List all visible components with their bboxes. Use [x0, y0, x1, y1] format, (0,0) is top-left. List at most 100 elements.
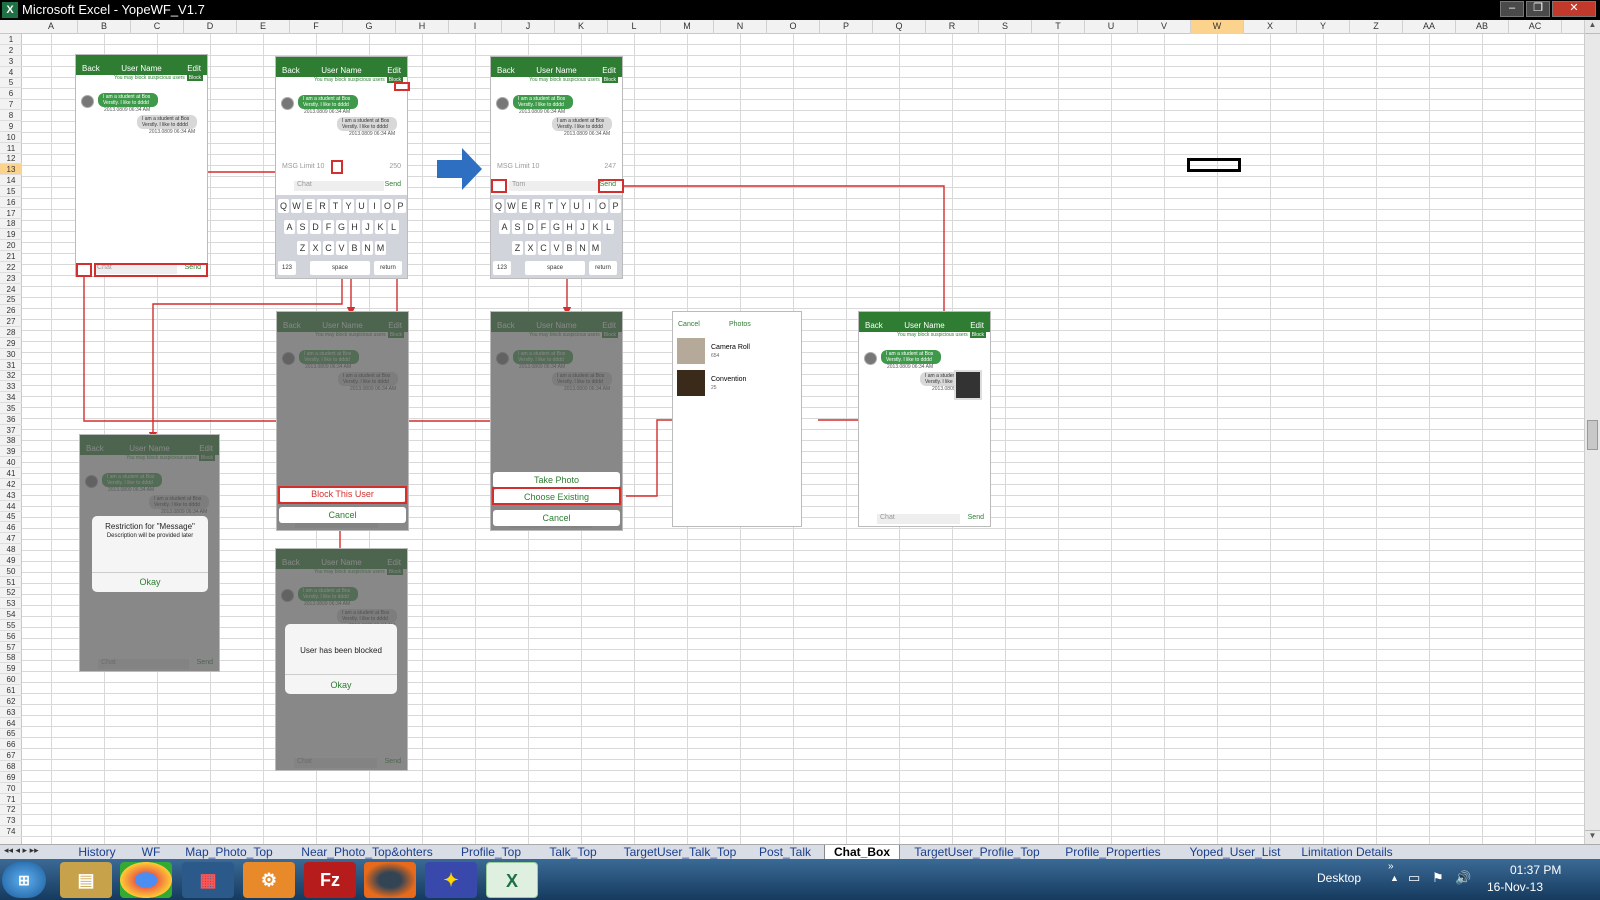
column-header[interactable]: I: [449, 20, 502, 34]
column-header[interactable]: O: [767, 20, 820, 34]
sheet-tab[interactable]: History: [66, 845, 128, 860]
column-header[interactable]: N: [714, 20, 767, 34]
row-header[interactable]: 14: [0, 175, 22, 187]
row-header[interactable]: 9: [0, 121, 22, 132]
okay-button[interactable]: Okay: [92, 572, 208, 587]
row-header[interactable]: 11: [0, 143, 22, 154]
row-header[interactable]: 28: [0, 327, 22, 338]
row-header[interactable]: 34: [0, 392, 22, 404]
sheet-tab[interactable]: Post_Talk: [750, 845, 820, 860]
row-header[interactable]: 51: [0, 577, 22, 588]
row-header[interactable]: 13: [0, 164, 22, 176]
spreadsheet-grid[interactable]: Back User Name Edit You may block suspiciou…: [22, 34, 1584, 844]
network-icon[interactable]: ▭: [1408, 870, 1420, 886]
column-header[interactable]: B: [78, 20, 131, 34]
filezilla-icon[interactable]: Fz: [304, 862, 356, 898]
restore-button[interactable]: ❐: [1526, 1, 1550, 17]
row-header[interactable]: 73: [0, 815, 22, 827]
chevron-right-icon[interactable]: »: [1388, 861, 1394, 872]
column-header[interactable]: H: [396, 20, 449, 34]
row-header[interactable]: 43: [0, 490, 22, 501]
start-button[interactable]: ⊞: [2, 862, 46, 898]
row-header[interactable]: 61: [0, 685, 22, 696]
sheet-tab[interactable]: Map_Photo_Top: [174, 845, 284, 860]
row-header[interactable]: 44: [0, 501, 22, 512]
row-header[interactable]: 54: [0, 609, 22, 621]
row-header[interactable]: 20: [0, 240, 22, 252]
column-header[interactable]: M: [661, 20, 714, 34]
row-header[interactable]: 66: [0, 739, 22, 751]
selected-cell[interactable]: [1187, 158, 1241, 172]
settings-gear-icon[interactable]: ⚙: [243, 862, 295, 898]
column-header[interactable]: S: [979, 20, 1032, 34]
sheet-tab[interactable]: TargetUser_Profile_Top: [904, 845, 1050, 860]
column-header[interactable]: U: [1085, 20, 1138, 34]
sheet-tab[interactable]: TargetUser_Talk_Top: [614, 845, 746, 860]
row-header[interactable]: 41: [0, 468, 22, 479]
sheet-tab[interactable]: Profile_Properties: [1054, 845, 1172, 860]
row-header[interactable]: 57: [0, 642, 22, 653]
scroll-thumb[interactable]: [1587, 420, 1598, 450]
row-header[interactable]: 22: [0, 262, 22, 273]
action-center-flag-icon[interactable]: ⚑: [1432, 870, 1444, 886]
column-header[interactable]: W: [1191, 20, 1244, 34]
cancel-button[interactable]: Cancel: [279, 507, 406, 523]
column-header[interactable]: P: [820, 20, 873, 34]
row-header[interactable]: 60: [0, 674, 22, 686]
row-header[interactable]: 37: [0, 425, 22, 436]
column-header[interactable]: AC: [1509, 20, 1562, 34]
take-photo-button[interactable]: Take Photo: [493, 472, 620, 488]
row-header[interactable]: 71: [0, 794, 22, 805]
column-header[interactable]: AB: [1456, 20, 1509, 34]
column-header[interactable]: T: [1032, 20, 1085, 34]
row-header[interactable]: 31: [0, 360, 22, 371]
album-name[interactable]: Camera Roll: [711, 344, 750, 351]
column-header[interactable]: AA: [1403, 20, 1456, 34]
minimize-button[interactable]: –: [1500, 1, 1524, 17]
row-header[interactable]: 68: [0, 761, 22, 772]
clock-time[interactable]: 01:37 PM: [1510, 863, 1561, 877]
row-header[interactable]: 32: [0, 370, 22, 382]
row-header[interactable]: 74: [0, 826, 22, 838]
row-header[interactable]: 21: [0, 251, 22, 262]
row-header[interactable]: 70: [0, 783, 22, 794]
row-header[interactable]: 56: [0, 631, 22, 642]
sheet-tab[interactable]: Profile_Top: [450, 845, 532, 860]
row-header[interactable]: 58: [0, 652, 22, 664]
column-header[interactable]: J: [502, 20, 555, 34]
row-header[interactable]: 29: [0, 338, 22, 349]
row-header[interactable]: 53: [0, 598, 22, 610]
row-header[interactable]: 25: [0, 294, 22, 306]
paint-app-icon[interactable]: ✦: [425, 862, 477, 898]
row-header[interactable]: 15: [0, 186, 22, 197]
row-header[interactable]: 30: [0, 349, 22, 360]
row-header[interactable]: 47: [0, 533, 22, 545]
row-header[interactable]: 50: [0, 566, 22, 577]
firefox-icon[interactable]: [364, 862, 416, 898]
row-header[interactable]: 5: [0, 77, 22, 89]
sheet-tab[interactable]: Near_Photo_Top&ohters: [288, 845, 446, 860]
column-header[interactable]: F: [290, 20, 343, 34]
column-header[interactable]: L: [608, 20, 661, 34]
tray-up-arrow-icon[interactable]: ▲: [1390, 873, 1399, 883]
row-header[interactable]: 65: [0, 728, 22, 740]
row-header[interactable]: 18: [0, 218, 22, 230]
row-header[interactable]: 35: [0, 403, 22, 414]
row-header[interactable]: 52: [0, 587, 22, 599]
column-header[interactable]: D: [184, 20, 237, 34]
apps-icon[interactable]: ▦: [182, 862, 234, 898]
row-header[interactable]: 42: [0, 479, 22, 490]
clock-date[interactable]: 16-Nov-13: [1487, 880, 1543, 894]
row-header[interactable]: 63: [0, 707, 22, 718]
row-header[interactable]: 27: [0, 316, 22, 328]
row-header[interactable]: 39: [0, 446, 22, 458]
close-button[interactable]: ✕: [1552, 1, 1596, 17]
photos-cancel-button[interactable]: Cancel: [678, 321, 700, 328]
row-header[interactable]: 6: [0, 88, 22, 100]
sheet-tab[interactable]: Chat_Box: [824, 845, 900, 860]
row-header[interactable]: 19: [0, 229, 22, 241]
row-header[interactable]: 55: [0, 620, 22, 631]
row-header[interactable]: 4: [0, 67, 22, 78]
excel-taskbar-icon[interactable]: X: [486, 862, 538, 898]
row-header[interactable]: 12: [0, 153, 22, 165]
